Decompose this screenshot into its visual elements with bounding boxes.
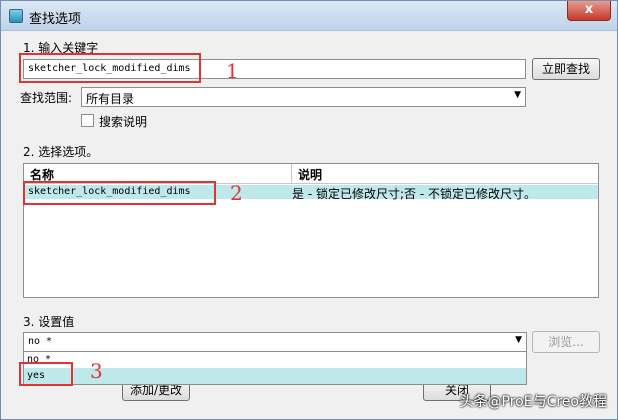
search-description-label: 搜索说明	[99, 115, 148, 129]
annotation-number-3: 3	[90, 359, 103, 383]
scope-select[interactable]: 所有目录 ▼	[81, 87, 526, 107]
title-bar: 查找选项 x	[1, 1, 617, 31]
chevron-down-icon: ▼	[514, 90, 521, 100]
search-now-button[interactable]: 立即查找	[532, 58, 600, 80]
search-description-checkbox[interactable]	[81, 114, 94, 127]
value-select[interactable]: no * ▼	[23, 332, 527, 352]
annotation-box-3	[19, 362, 73, 386]
column-header-description[interactable]: 说明	[292, 164, 598, 184]
step2-label: 2. 选择选项。	[23, 145, 99, 159]
close-window-button[interactable]: x	[567, 1, 611, 21]
option-description-cell: 是 - 锁定已修改尺寸;否 - 不锁定已修改尺寸。	[292, 187, 536, 201]
browse-button[interactable]: 浏览...	[532, 331, 600, 353]
annotation-box-1	[19, 53, 201, 83]
step3-label: 3. 设置值	[23, 315, 75, 329]
app-icon	[9, 9, 23, 23]
watermark: 头条@ProE与Creo教程	[459, 394, 607, 410]
scope-value: 所有目录	[86, 92, 135, 106]
annotation-number-2: 2	[230, 181, 243, 205]
annotation-box-2	[23, 181, 216, 205]
find-options-dialog: 查找选项 x 1. 输入关键字 sketcher_lock_modified_d…	[0, 0, 618, 420]
chevron-down-icon: ▼	[515, 335, 522, 345]
scope-label: 查找范围:	[20, 91, 73, 105]
annotation-number-1: 1	[226, 59, 239, 83]
value-current: no *	[28, 336, 53, 347]
window-title: 查找选项	[29, 12, 82, 27]
